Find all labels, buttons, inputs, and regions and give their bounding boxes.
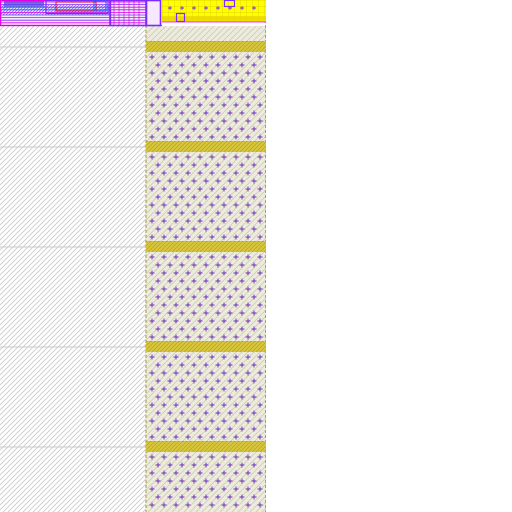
- hatched-region: [0, 26, 146, 512]
- top-routing: [0, 0, 266, 27]
- rail-hatch: [146, 341, 266, 352]
- rail-hatch: [146, 141, 266, 152]
- rail-hatch: [146, 441, 266, 452]
- hatched-fill: [0, 26, 146, 512]
- layout-drawing: [0, 0, 266, 512]
- rail-hatch: [146, 241, 266, 252]
- rail-hatch: [146, 41, 266, 52]
- layout-canvas: [0, 0, 512, 512]
